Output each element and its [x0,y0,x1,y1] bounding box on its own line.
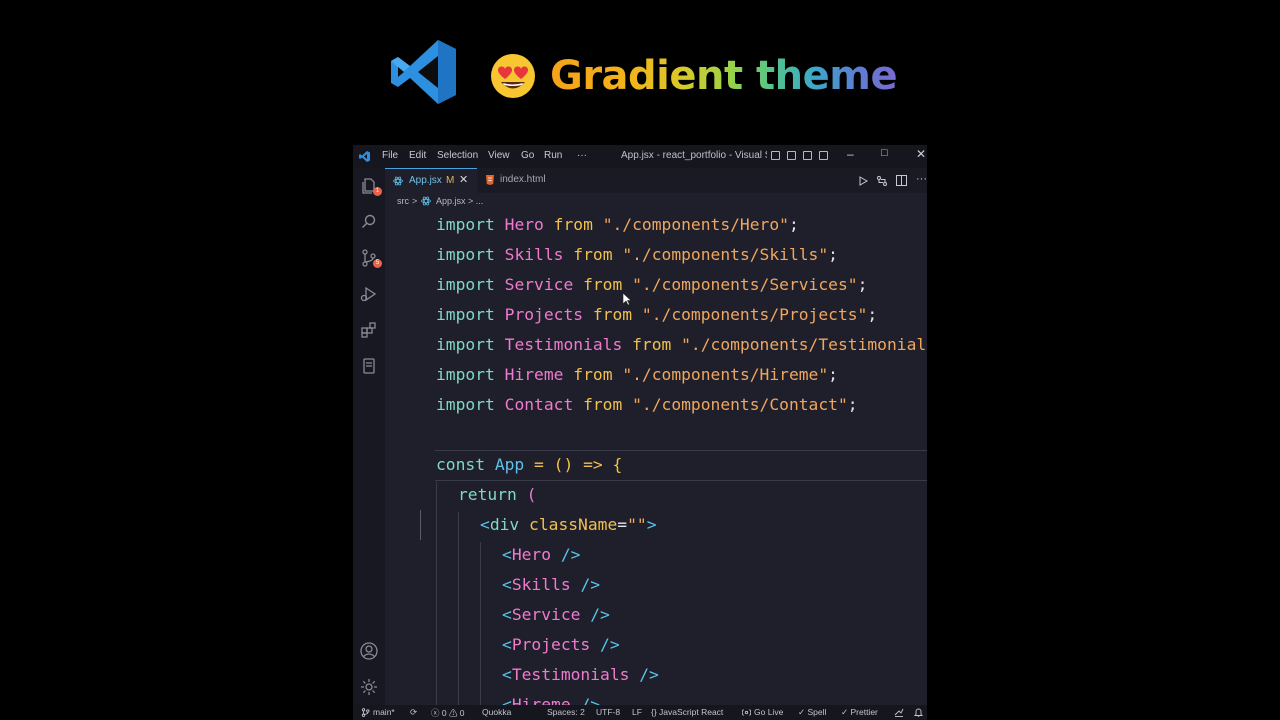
menu-file[interactable]: File [382,150,398,161]
encoding-status[interactable]: UTF-8 [596,707,620,717]
html-file-icon [486,175,494,185]
indent-guide [436,482,437,705]
menu-go[interactable]: Go [521,150,534,161]
spell-status[interactable]: ✓ Spell [798,707,826,718]
source-control-icon[interactable]: 5 [359,248,382,268]
breadcrumb: src > App.jsx > ... [385,193,927,210]
banner-headline: Gradient theme [550,50,898,102]
code-line: <Hero /> [502,545,581,564]
prettier-status[interactable]: ✓ Prettier [841,707,878,718]
code-line: import Hireme from "./components/Hireme"… [436,365,838,384]
tab-label: App.jsx [409,175,442,186]
code-line: <Service /> [502,605,610,624]
source-control-badge: 5 [373,259,382,268]
code-line: import Hero from "./components/Hero"; [436,215,799,234]
status-bar: main* ⟳ ⓧ 0 ⚠ 0 Quokka Spaces: 2 UTF-8 L… [353,705,927,720]
menu-view[interactable]: View [488,150,510,161]
close-window-button[interactable]: ✕ [916,147,926,161]
vscode-logo-icon [391,40,456,104]
code-line: <Skills /> [502,575,601,594]
menu-edit[interactable]: Edit [409,150,426,161]
more-actions-icon[interactable]: ··· [916,173,927,185]
problems-count[interactable]: ⓧ 0 ⚠ 0 [431,707,465,719]
close-tab-icon[interactable]: ✕ [459,173,468,186]
notebook-icon[interactable] [359,356,379,376]
broadcast-icon [742,709,751,716]
go-live-button[interactable]: Go Live [754,707,783,717]
menu-run[interactable]: Run [544,150,562,161]
code-line: <Testimonials /> [502,665,659,684]
tab-app-jsx[interactable]: App.jsx M ✕ [385,168,477,193]
code-line: import Projects from "./components/Proje… [436,305,878,324]
code-line: <Hireme /> [502,695,601,705]
react-file-icon [421,196,431,206]
language-mode[interactable]: {} JavaScript React [651,707,723,717]
code-line: import Testimonials from "./components/T… [436,335,927,354]
window-title: App.jsx - react_portfolio - Visual St... [621,150,767,161]
git-branch-icon [361,708,370,717]
split-editor-icon[interactable] [896,175,907,186]
account-icon[interactable] [359,641,379,661]
customize-layout-icon[interactable] [819,151,828,160]
eol-status[interactable]: LF [632,707,642,717]
code-line: <Projects /> [502,635,620,654]
maximize-button[interactable]: □ [881,147,888,159]
indent-guide [458,512,459,705]
run-file-icon[interactable] [858,176,868,186]
mouse-pointer-icon [622,292,632,306]
extensions-icon[interactable] [359,320,379,340]
settings-gear-icon[interactable] [359,677,379,697]
search-icon[interactable] [359,212,379,232]
vscode-small-logo-icon [359,151,370,162]
branch-name[interactable]: main* [373,707,395,717]
toggle-secondary-sidebar-icon[interactable] [803,151,812,160]
toggle-primary-sidebar-icon[interactable] [771,151,780,160]
toggle-panel-icon[interactable] [787,151,796,160]
indentation-status[interactable]: Spaces: 2 [547,707,585,717]
title-banner: Gradient theme [0,0,1280,144]
open-changes-icon[interactable] [876,175,888,187]
code-line: import Service from "./components/Servic… [436,275,868,294]
tab-index-html[interactable]: index.html [477,168,559,193]
menu-more[interactable]: ··· [577,150,587,161]
title-bar: File Edit Selection View Go Run ··· App.… [353,145,927,168]
tab-label: index.html [500,174,546,185]
sync-icon[interactable]: ⟳ [410,707,417,718]
vscode-window: File Edit Selection View Go Run ··· App.… [353,145,927,720]
explorer-badge: 1 [373,187,382,196]
menu-selection[interactable]: Selection [437,150,478,161]
modified-indicator: M [446,175,455,186]
run-debug-icon[interactable] [359,284,379,304]
code-line: <div className=""> [480,515,657,534]
feedback-icon[interactable] [894,708,904,717]
breadcrumb-file[interactable]: App.jsx [436,196,466,206]
indent-guide [480,542,481,705]
breadcrumb-tail[interactable]: > ... [468,196,483,206]
react-file-icon [393,176,403,186]
code-editor[interactable]: import Hero from "./components/Hero"; im… [385,210,927,705]
code-line: const App = () => { [436,455,623,474]
editor-tabs: App.jsx M ✕ index.html ··· [385,168,927,193]
quokka-status[interactable]: Quokka [482,707,511,717]
activity-bar: 1 5 [353,168,385,705]
minimize-button[interactable]: – [847,147,854,161]
code-line: return ( [458,485,537,504]
code-line: import Contact from "./components/Contac… [436,395,858,414]
indent-guide [420,510,421,540]
breadcrumb-separator: > [412,196,418,206]
heart-eyes-emoji-icon [491,54,535,98]
explorer-icon[interactable]: 1 [359,176,382,196]
code-line: import Skills from "./components/Skills"… [436,245,838,264]
notifications-bell-icon[interactable] [914,708,923,717]
breadcrumb-folder[interactable]: src [397,196,409,206]
